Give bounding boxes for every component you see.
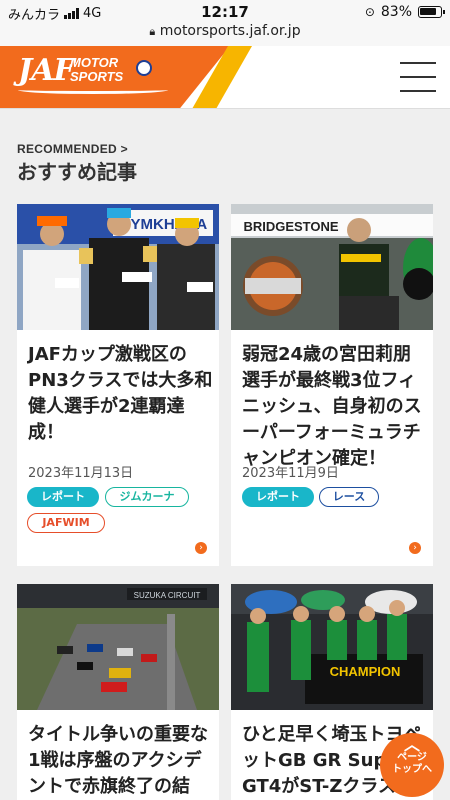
tag-report[interactable]: レポート bbox=[27, 487, 99, 507]
section-title: おすすめ記事 bbox=[17, 160, 137, 184]
article-title: 弱冠24歳の宮田莉朋選手が最終戦3位フィニッシュ、自身初のスーパーフォーミュラチ… bbox=[242, 344, 422, 469]
battery-percent: 83% bbox=[380, 4, 412, 20]
page-top-label-2: トップへ bbox=[392, 764, 432, 775]
arrow-right-icon: › bbox=[409, 542, 421, 554]
article-date: 2023年11月9日 bbox=[242, 466, 339, 481]
article-thumbnail: CHAMPION bbox=[231, 584, 433, 710]
article-title: タイトル争いの重要な1戦は序盤のアクシデントで赤旗終了の結末、野尻智紀選手が貴 bbox=[28, 724, 208, 797]
logo-badge-icon bbox=[136, 60, 152, 76]
article-thumbnail: GYMKHANA bbox=[17, 204, 219, 330]
recommended-link[interactable]: RECOMMENDED > bbox=[17, 142, 128, 156]
article-thumbnail: SUZUKA CIRCUIT bbox=[17, 584, 219, 710]
tag-race[interactable]: レース bbox=[319, 487, 379, 507]
article-thumbnail: BRIDGESTONE bbox=[231, 204, 433, 330]
page-top-label-1: ページ bbox=[397, 752, 427, 763]
page-top-button[interactable]: ︿ ページ トップへ bbox=[380, 733, 444, 797]
article-card[interactable]: GYMKHANA JAFカップ激戦区のPN3クラスでは大多和健人選手が2連覇達成… bbox=[17, 204, 219, 566]
arrow-right-icon: › bbox=[195, 542, 207, 554]
image-text: SUZUKA CIRCUIT bbox=[134, 591, 201, 600]
hamburger-icon[interactable] bbox=[400, 62, 436, 92]
logo-main-text: JAF bbox=[18, 53, 75, 88]
image-text: BRIDGESTONE bbox=[243, 219, 338, 234]
tag-report[interactable]: レポート bbox=[242, 487, 314, 507]
article-title: JAFカップ激戦区のPN3クラスでは大多和健人選手が2連覇達成！ bbox=[28, 344, 213, 443]
article-date: 2023年11月13日 bbox=[28, 466, 134, 481]
battery-icon bbox=[418, 6, 445, 18]
tag-gymkhana[interactable]: ジムカーナ bbox=[105, 487, 189, 507]
orientation-lock-icon: ⊙ bbox=[364, 5, 375, 19]
image-text: CHAMPION bbox=[330, 664, 401, 679]
tag-jafwim[interactable]: JAFWIM bbox=[27, 513, 105, 533]
battery-info: ⊙ 83% bbox=[364, 4, 445, 20]
article-card[interactable]: BRIDGESTONE 弱冠24歳の宮田莉朋選手が最終戦3位フィニッシュ、自身初… bbox=[231, 204, 433, 566]
logo-sub-line2: SPORTS bbox=[70, 69, 124, 84]
article-card[interactable]: SUZUKA CIRCUIT タイトル争いの重要な1戦は序盤のアクシデントで赤旗… bbox=[17, 584, 219, 800]
address-bar[interactable]: 🔒︎ motorsports.jaf.or.jp bbox=[0, 23, 450, 39]
lock-icon: 🔒︎ bbox=[149, 25, 156, 38]
site-header: JAF MOTOR SPORTS bbox=[0, 46, 450, 109]
url-text: motorsports.jaf.or.jp bbox=[159, 23, 301, 39]
logo-sub-line1: MOTOR bbox=[70, 55, 119, 70]
status-bar: みんカラ 4G 12:17 ⊙ 83% 🔒︎ motorsports.jaf.o… bbox=[0, 0, 450, 46]
chevron-up-icon: ︿ bbox=[403, 735, 420, 754]
logo-swoosh bbox=[18, 86, 168, 94]
logo-sub-text: MOTOR SPORTS bbox=[70, 56, 123, 84]
